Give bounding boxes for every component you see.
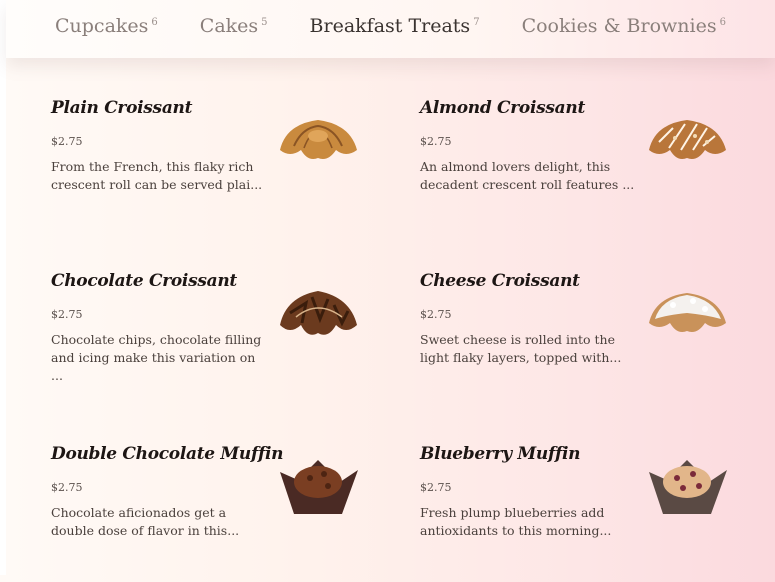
menu-item-plain-croissant[interactable]: Plain Croissant $2.75 From the French, t… [51,96,371,236]
item-description: An almond lovers delight, this decadent … [420,159,635,192]
item-name: Double Chocolate Muffin [51,444,284,464]
item-price: $2.75 [420,308,452,321]
tab-breakfast-treats[interactable]: Breakfast Treats 7 [310,15,480,37]
plain-croissant-image [276,106,361,176]
item-price: $2.75 [420,135,452,148]
almond-croissant-image [645,106,730,176]
menu-item-chocolate-croissant[interactable]: Chocolate Croissant $2.75 Chocolate chip… [51,269,371,409]
item-description: Sweet cheese is rolled into the light fl… [420,332,622,365]
tab-cakes[interactable]: Cakes 5 [200,15,268,37]
tab-cupcakes[interactable]: Cupcakes 6 [55,15,158,37]
item-price: $2.75 [420,481,452,494]
left-edge [0,0,6,575]
item-name: Cheese Croissant [420,271,580,291]
tab-label: Cakes [199,15,259,37]
item-description: From the French, this flaky rich crescen… [51,159,263,192]
tab-count: 6 [719,16,726,28]
double-chocolate-muffin-image [276,452,361,522]
menu-item-cheese-croissant[interactable]: Cheese Croissant $2.75 Sweet cheese is r… [420,269,740,409]
item-name: Chocolate Croissant [51,271,237,291]
item-name: Plain Croissant [51,98,193,118]
cheese-croissant-image [645,279,730,349]
item-description: Fresh plump blueberries add antioxidants… [420,505,612,538]
tab-label: Cookies & Brownies [521,15,717,37]
tab-label: Breakfast Treats [309,15,471,37]
item-description: Chocolate chips, chocolate filling and i… [51,332,262,383]
tab-count: 7 [473,16,480,28]
item-description: Chocolate aficionados get a double dose … [51,505,240,538]
item-price: $2.75 [51,481,83,494]
tab-label: Cupcakes [55,15,149,37]
menu-item-double-chocolate-muffin[interactable]: Double Chocolate Muffin $2.75 Chocolate … [51,442,371,582]
menu-item-almond-croissant[interactable]: Almond Croissant $2.75 An almond lovers … [420,96,740,236]
item-price: $2.75 [51,135,83,148]
category-tabs: Cupcakes 6 Cakes 5 Breakfast Treats 7 Cooki… [6,0,775,58]
item-price: $2.75 [51,308,83,321]
tab-cookies-brownies[interactable]: Cookies & Brownies 6 [522,15,726,37]
menu-item-blueberry-muffin[interactable]: Blueberry Muffin $2.75 Fresh plump blueb… [420,442,740,582]
tab-count: 5 [261,16,268,28]
tab-count: 6 [151,16,158,28]
item-name: Blueberry Muffin [420,444,581,464]
chocolate-croissant-image [276,279,361,349]
item-name: Almond Croissant [420,98,585,118]
blueberry-muffin-image [645,452,730,522]
